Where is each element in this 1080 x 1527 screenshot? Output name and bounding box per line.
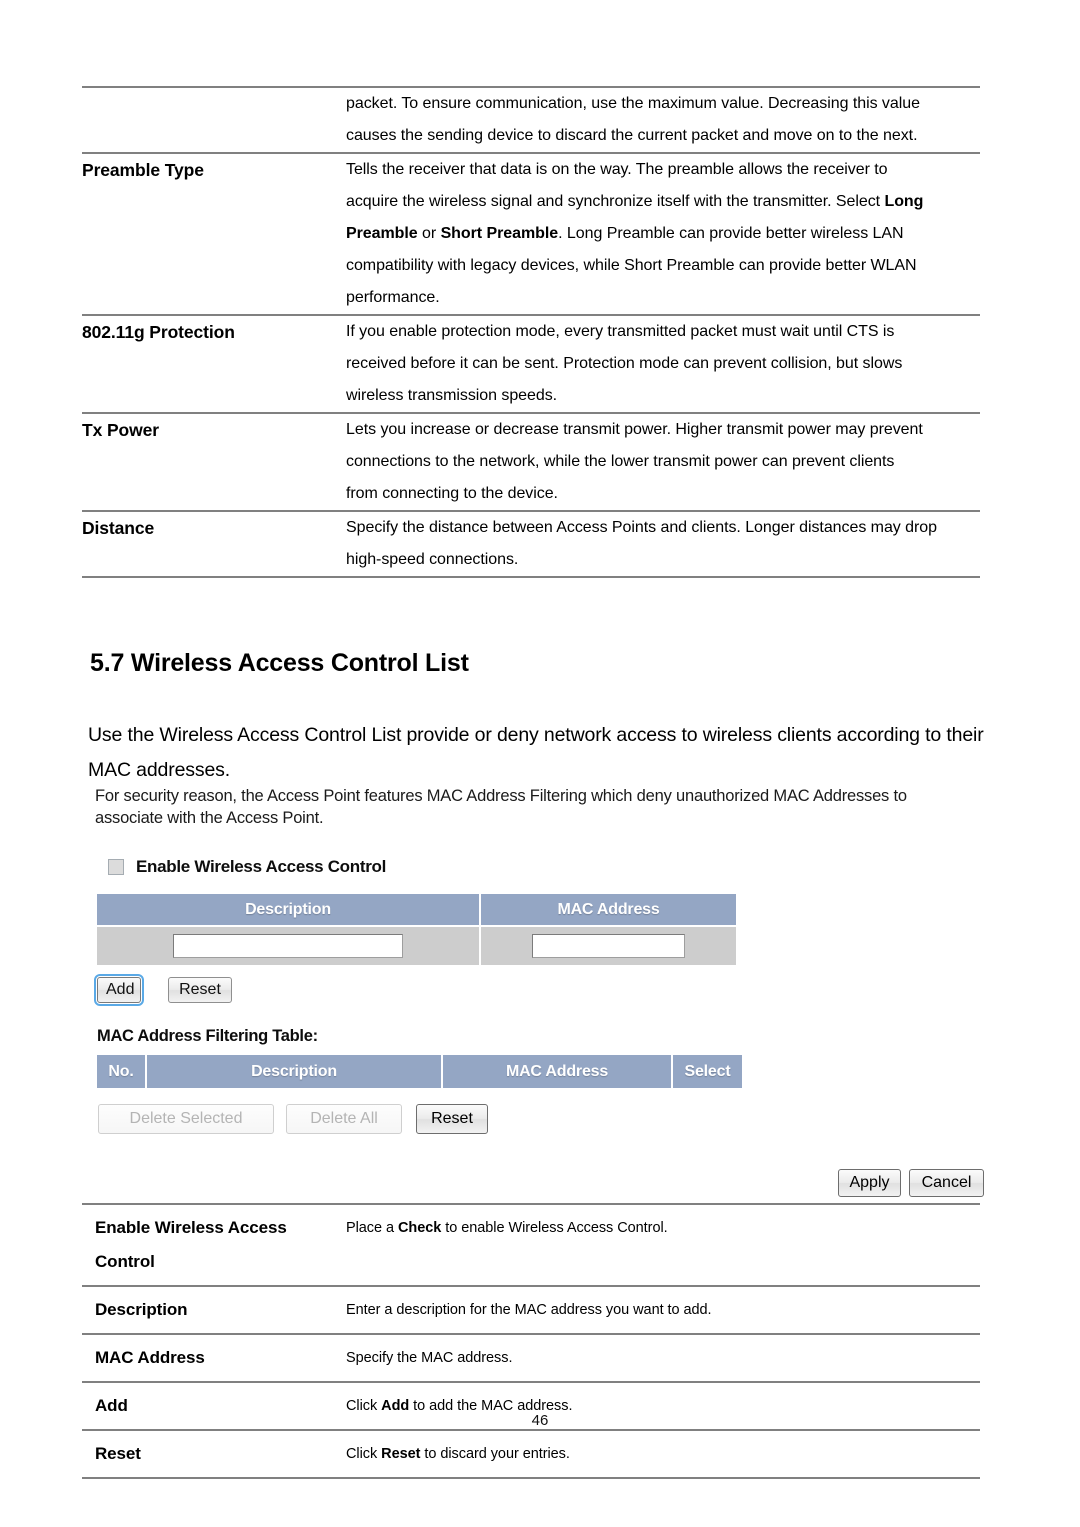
table-row: Description Enter a description for the … xyxy=(82,1285,980,1334)
definition-line: from connecting to the device. xyxy=(346,485,558,502)
document-page: packet. To ensure communication, use the… xyxy=(0,0,1080,1527)
apply-button[interactable]: Apply xyxy=(838,1169,901,1197)
table-row: packet. To ensure communication, use the… xyxy=(82,86,980,153)
router-ui-screenshot: Enable Wireless Access Control Descripti… xyxy=(94,855,985,1134)
term-label-reset: Reset xyxy=(82,1429,346,1479)
description-input-cell xyxy=(97,927,479,965)
table-row: Preamble Type Tells the receiver that da… xyxy=(82,152,980,315)
definition-prefix: Click xyxy=(346,1446,382,1462)
term-label-description: Description xyxy=(82,1285,346,1334)
definition-line: If you enable protection mode, every tra… xyxy=(346,323,895,340)
definition-line: connections to the network, while the lo… xyxy=(346,453,895,470)
definition-line: performance. xyxy=(346,289,440,306)
definition-suffix: to discard your entries. xyxy=(420,1446,570,1462)
definition-line: causes the sending device to discard the… xyxy=(346,127,918,144)
term-label-enable-wireless-access-control: Enable Wireless Access Control xyxy=(82,1203,346,1286)
section-intro-paragraph: Use the Wireless Access Control List pro… xyxy=(88,724,984,781)
definition-line: acquire the wireless signal and synchron… xyxy=(346,193,924,210)
definition-prefix: Enter a description for the MAC address … xyxy=(346,1302,712,1318)
definition-text: Specify the distance between Access Poin… xyxy=(346,510,980,578)
table-row: MAC Address Specify the MAC address. xyxy=(82,1333,980,1382)
table-header-row: No. Description MAC Address Select xyxy=(97,1055,742,1088)
term-label-preamble-type: Preamble Type xyxy=(82,152,346,315)
definition-line: Tells the receiver that data is on the w… xyxy=(346,161,888,178)
table-row xyxy=(97,927,736,965)
enable-wireless-access-control-label: Enable Wireless Access Control xyxy=(136,857,387,876)
definition-line: packet. To ensure communication, use the… xyxy=(346,95,920,112)
definition-line: Lets you increase or decrease transmit p… xyxy=(346,421,923,438)
definition-line: Preamble or Short Preamble. Long Preambl… xyxy=(346,225,904,242)
add-button[interactable]: Add xyxy=(94,974,144,1006)
term-label xyxy=(82,86,346,153)
table-row: Enable Wireless Access Control Place a C… xyxy=(82,1203,980,1286)
reset-filter-button[interactable]: Reset xyxy=(416,1104,488,1134)
definition-emphasis: Reset xyxy=(381,1446,421,1462)
enable-wireless-access-control-checkbox[interactable] xyxy=(108,859,124,875)
term-label-80211g-protection: 802.11g Protection xyxy=(82,314,346,413)
page-number: 46 xyxy=(531,1412,549,1429)
definition-line: Specify the distance between Access Poin… xyxy=(346,519,937,536)
definition-suffix: to enable Wireless Access Control. xyxy=(441,1220,668,1236)
definition-text: packet. To ensure communication, use the… xyxy=(346,86,980,153)
column-header-mac-address: MAC Address xyxy=(481,894,736,925)
column-header-description: Description xyxy=(97,894,479,925)
mac-input-cell xyxy=(481,927,736,965)
enable-wireless-access-control-row[interactable]: Enable Wireless Access Control xyxy=(108,855,985,879)
definition-line: compatibility with legacy devices, while… xyxy=(346,257,917,274)
mac-entry-table: Description MAC Address xyxy=(95,892,738,967)
mac-address-filtering-table: No. Description MAC Address Select xyxy=(95,1055,744,1088)
definition-text: Enter a description for the MAC address … xyxy=(346,1285,980,1334)
definition-prefix: Place a xyxy=(346,1220,398,1236)
definition-text: Place a Check to enable Wireless Access … xyxy=(346,1203,980,1286)
definition-text: Tells the receiver that data is on the w… xyxy=(346,152,980,315)
delete-all-button[interactable]: Delete All xyxy=(286,1104,402,1134)
table-row: Distance Specify the distance between Ac… xyxy=(82,510,980,578)
security-note-text: For security reason, the Access Point fe… xyxy=(95,787,907,827)
cancel-button[interactable]: Cancel xyxy=(909,1169,984,1197)
definition-line: wireless transmission speeds. xyxy=(346,387,558,404)
mac-address-filtering-table-title: MAC Address Filtering Table: xyxy=(97,1027,318,1045)
table-row: 802.11g Protection If you enable protect… xyxy=(82,314,980,413)
wireless-settings-description-table: packet. To ensure communication, use the… xyxy=(82,86,980,578)
column-header-no: No. xyxy=(97,1055,145,1088)
filter-table-actions-row: Delete Selected Delete All Reset xyxy=(95,1104,985,1134)
definition-text: Lets you increase or decrease transmit p… xyxy=(346,412,980,511)
column-header-mac-address: MAC Address xyxy=(443,1055,671,1088)
term-label-tx-power: Tx Power xyxy=(82,412,346,511)
definition-text: Specify the MAC address. xyxy=(346,1333,980,1382)
reset-button[interactable]: Reset xyxy=(168,977,232,1003)
definition-emphasis: Check xyxy=(398,1220,442,1236)
table-row: Tx Power Lets you increase or decrease t… xyxy=(82,412,980,511)
term-label-mac-address: MAC Address xyxy=(82,1333,346,1382)
term-label-distance: Distance xyxy=(82,510,346,578)
table-row: Reset Click Reset to discard your entrie… xyxy=(82,1429,980,1479)
definition-text: If you enable protection mode, every tra… xyxy=(346,314,980,413)
page-title: 5.7 Wireless Access Control List xyxy=(90,649,469,677)
definition-text: Click Reset to discard your entries. xyxy=(346,1429,980,1479)
definition-line: received before it can be sent. Protecti… xyxy=(346,355,903,372)
column-header-select: Select xyxy=(673,1055,742,1088)
description-input[interactable] xyxy=(173,934,403,958)
column-header-description: Description xyxy=(147,1055,441,1088)
wireless-access-control-description-table: Enable Wireless Access Control Place a C… xyxy=(82,1203,980,1479)
form-actions-row: Apply Cancel xyxy=(838,1169,984,1197)
definition-line: high-speed connections. xyxy=(346,551,519,568)
table-header-row: Description MAC Address xyxy=(97,894,736,925)
entry-actions-row: Add Reset xyxy=(94,974,985,1006)
definition-prefix: Specify the MAC address. xyxy=(346,1350,513,1366)
delete-selected-button[interactable]: Delete Selected xyxy=(98,1104,274,1134)
mac-address-input[interactable] xyxy=(532,934,685,958)
